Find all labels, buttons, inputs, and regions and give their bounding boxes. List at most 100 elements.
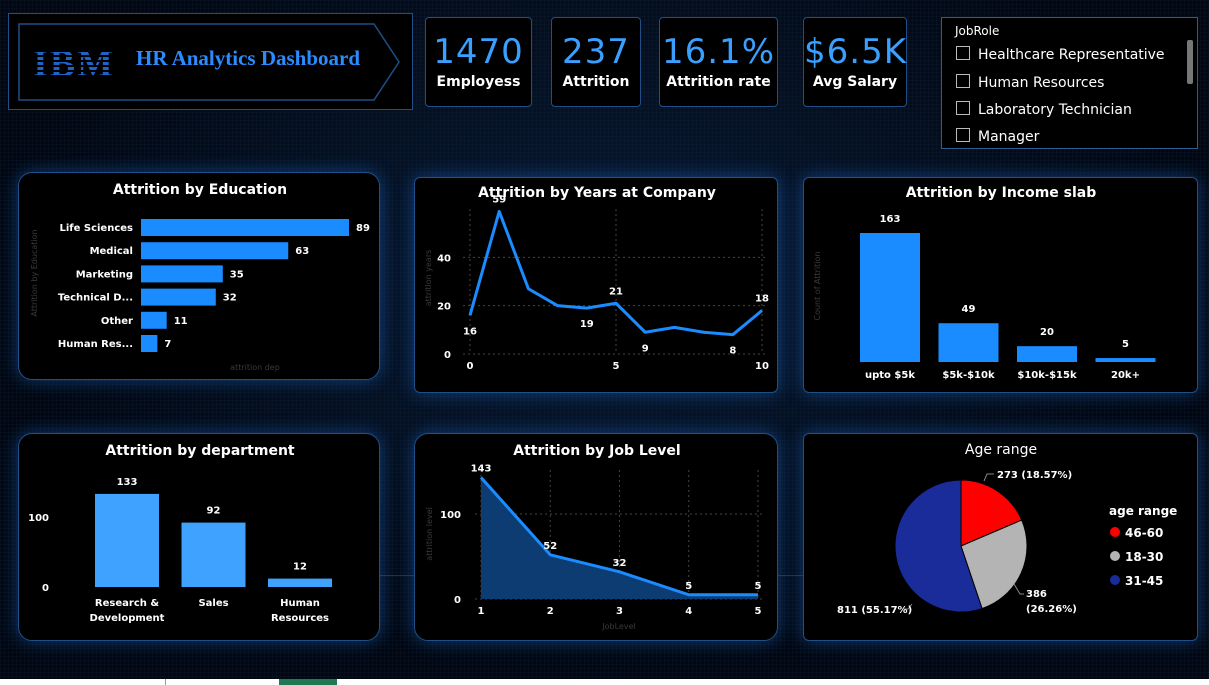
data-label: 273 (18.57%) [997, 470, 1072, 481]
chart-title: Attrition by Education [113, 182, 287, 198]
category-label: Human [280, 598, 320, 609]
bar [1095, 358, 1156, 362]
y-tick-label: 0 [42, 583, 49, 594]
kpi-label: Attrition rate [666, 74, 771, 90]
chart-age: Age range 273 (18.57%) 386 (26.26%) 811 (55.… [837, 442, 1177, 616]
slicer-item-label: Laboratory Technician [978, 102, 1132, 118]
x-tick-label: 4 [685, 606, 692, 617]
header-banner: IBM HR Analytics Dashboard [8, 13, 413, 110]
data-label: 163 [880, 214, 901, 225]
data-label: 32 [613, 558, 627, 569]
x-tick-label: 5 [755, 606, 762, 617]
kpi-label: Attrition [562, 74, 630, 90]
chart-income: Attrition by Income slab Count of Attriti… [813, 185, 1156, 381]
slicer-item[interactable]: Human Resources [956, 74, 1104, 91]
chart-joblevel-panel: Attrition by Job Level attrition level Job… [414, 433, 778, 641]
chart-title: Attrition by Years at Company [478, 185, 716, 201]
x-tick-label: 0 [467, 361, 474, 372]
y-axis-label: Count of Attrition [813, 252, 822, 321]
data-label: 16 [463, 326, 477, 337]
data-label: 8 [729, 346, 736, 357]
data-label: 32 [223, 293, 237, 304]
data-label: 59 [492, 194, 506, 205]
chart-years: Attrition by Years at Company attrition y… [424, 185, 769, 372]
y-axis-label: attrition years [424, 250, 433, 307]
bar [860, 233, 920, 362]
leader-line [983, 473, 994, 482]
legend-label: 31-45 [1125, 574, 1163, 588]
slicer-item[interactable]: Laboratory Technician [956, 101, 1132, 118]
category-label: Sales [198, 598, 228, 609]
kpi-value: 16.1% [661, 32, 775, 72]
checkbox[interactable] [956, 101, 970, 115]
slicer-item-label: Human Resources [978, 75, 1105, 91]
data-label: 18 [755, 294, 769, 305]
slicer-scrollbar[interactable] [1187, 40, 1193, 84]
data-label: 52 [543, 541, 557, 552]
data-label: 63 [295, 246, 309, 257]
status-tab[interactable] [279, 679, 337, 685]
slicer-item[interactable]: Manager [956, 128, 1039, 145]
data-label: 5 [1122, 339, 1129, 350]
y-tick-label: 40 [437, 253, 451, 264]
slicer-header: JobRole [955, 24, 1000, 38]
legend-label: 18-30 [1125, 550, 1163, 564]
y-tick-label: 20 [437, 302, 451, 313]
kpi-label: Employess [436, 74, 521, 90]
data-label: 12 [293, 562, 307, 573]
legend-marker [1110, 551, 1120, 561]
category-label: Marketing [76, 269, 133, 280]
data-label: 811 (55.17%) [837, 605, 912, 616]
kpi-value: 237 [562, 32, 630, 72]
y-tick-label: 100 [28, 513, 49, 524]
checkbox[interactable] [956, 128, 970, 142]
chart-department-panel: Attrition by department 0 100 133 Research &… [18, 433, 380, 641]
data-label: 89 [356, 223, 370, 234]
status-bar [0, 679, 1209, 685]
category-label: 20k+ [1111, 370, 1140, 381]
checkbox[interactable] [956, 46, 970, 60]
category-label: Research & [95, 598, 159, 609]
category-label: Development [90, 613, 165, 624]
category-label: Resources [271, 613, 329, 624]
data-label: 20 [1040, 327, 1054, 338]
bar [268, 578, 332, 587]
dashboard-title: HR Analytics Dashboard [136, 46, 361, 70]
x-tick-label: 1 [478, 606, 485, 617]
checkbox[interactable] [956, 74, 970, 88]
jobrole-slicer: JobRole Healthcare Representative Human … [941, 17, 1198, 149]
chart-years-panel: Attrition by Years at Company attrition y… [414, 177, 778, 393]
data-label: 7 [164, 339, 171, 350]
slicer-item[interactable]: Healthcare Representative [956, 46, 1165, 63]
slicer-item-label: Manager [978, 129, 1040, 145]
data-label: 143 [471, 463, 492, 474]
y-tick-label: 0 [454, 595, 461, 606]
kpi-attrition-rate: 16.1% Attrition rate [659, 17, 778, 107]
bar [95, 493, 159, 587]
slicer-item-label: Healthcare Representative [978, 47, 1165, 63]
bar [141, 311, 167, 329]
data-label: 49 [962, 304, 976, 315]
chart-education: Attrition by Education Attrition by Educa… [30, 182, 370, 372]
x-tick-label: 2 [547, 606, 554, 617]
data-label: (26.26%) [1026, 604, 1077, 615]
data-label: 21 [609, 286, 623, 297]
x-tick-label: 3 [616, 606, 623, 617]
data-label: 9 [642, 343, 649, 354]
chart-income-panel: Attrition by Income slab Count of Attriti… [803, 177, 1198, 393]
status-divider [165, 679, 166, 685]
bar [1017, 346, 1077, 362]
bar [141, 265, 223, 283]
bar [141, 335, 158, 352]
data-label: 92 [207, 506, 221, 517]
kpi-avg-salary: $6.5K Avg Salary [803, 17, 907, 107]
chart-age-panel: Age range 273 (18.57%) 386 (26.26%) 811 (55.… [803, 433, 1198, 641]
x-tick-label: 5 [613, 361, 620, 372]
legend-marker [1110, 575, 1120, 585]
category-label: Technical D... [58, 293, 133, 304]
kpi-value: $6.5K [804, 32, 907, 72]
bar [181, 522, 246, 587]
category-label: Life Sciences [59, 223, 133, 234]
chart-title: Attrition by Job Level [513, 443, 680, 459]
y-tick-label: 100 [440, 510, 461, 521]
